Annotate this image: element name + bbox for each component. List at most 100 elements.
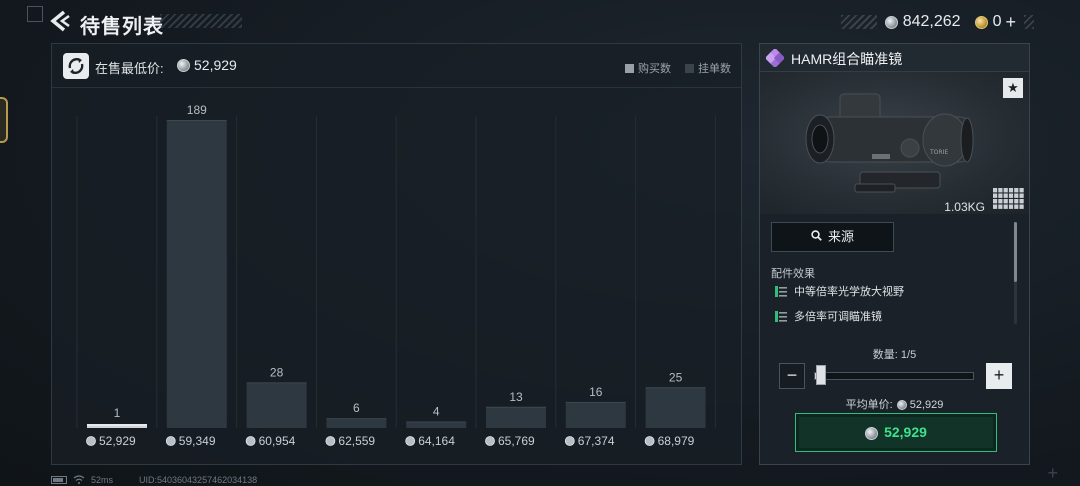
silver-coin-icon bbox=[86, 436, 96, 446]
legend-label-listing: 挂单数 bbox=[698, 63, 731, 75]
svg-text:TORIE: TORIE bbox=[929, 149, 948, 156]
chart-bar-highlight bbox=[87, 424, 147, 426]
chart-header: 在售最低价: 52,929 购买数 挂单数 bbox=[52, 44, 741, 88]
buy-price: 52,929 bbox=[884, 424, 927, 440]
effect-text: 中等倍率光学放大视野 bbox=[794, 286, 904, 298]
effect-text: 多倍率可调瞄准镜 bbox=[794, 311, 882, 323]
chart-bar bbox=[87, 426, 147, 428]
average-price-value: 52,929 bbox=[909, 399, 944, 411]
grid-cell bbox=[993, 204, 998, 209]
grid-cell bbox=[1019, 199, 1024, 204]
x-tick-label: 65,769 bbox=[498, 434, 535, 448]
grid-cell bbox=[1008, 188, 1014, 193]
grid-cell bbox=[1003, 204, 1008, 209]
quantity-label: 数量: 1/5 bbox=[872, 349, 917, 361]
x-tick-label: 64,164 bbox=[418, 434, 455, 448]
effect-list-icon bbox=[775, 310, 787, 322]
chart-bar bbox=[326, 418, 387, 428]
quantity-plus-button[interactable]: + bbox=[986, 363, 1012, 389]
silver-coin-icon bbox=[165, 436, 176, 446]
grid-cell bbox=[1014, 204, 1019, 209]
item-weight: 1.03KG bbox=[944, 200, 985, 214]
grid-cell bbox=[993, 199, 998, 204]
quantity-minus-button[interactable]: − bbox=[779, 363, 805, 389]
silver-coin-icon bbox=[896, 400, 907, 411]
corner-decoration: + bbox=[1047, 463, 1058, 483]
price-bar-chart: 1 52,929 189 59,349 28 60,954 6 62,559 4 64,164 13… bbox=[76, 103, 716, 448]
grid-cell bbox=[1003, 193, 1008, 198]
legend-item-listing: 挂单数 bbox=[685, 60, 731, 76]
chart-bar bbox=[486, 406, 546, 428]
silver-coin-icon bbox=[245, 436, 256, 446]
source-button[interactable]: 来源 bbox=[771, 222, 894, 252]
x-tick-label: 62,559 bbox=[338, 434, 375, 448]
item-header: HAMR组合瞄准镜 bbox=[760, 44, 1029, 72]
bar-value-label: 1 bbox=[114, 406, 121, 420]
x-tick-label: 52,929 bbox=[99, 434, 136, 448]
x-tick-label: 67,374 bbox=[578, 434, 615, 448]
currency-area: 842,262 0 + bbox=[840, 11, 1034, 33]
chart-legend: 购买数 挂单数 bbox=[611, 60, 731, 76]
grid-cell bbox=[1019, 193, 1024, 198]
currency-decoration-end bbox=[1024, 15, 1034, 29]
grid-cell bbox=[1014, 199, 1019, 204]
bar-value-label: 25 bbox=[669, 370, 683, 384]
grid-cell bbox=[1008, 199, 1014, 204]
add-currency-button[interactable]: + bbox=[1005, 12, 1016, 33]
bar-value-label: 28 bbox=[270, 365, 284, 379]
back-button[interactable] bbox=[50, 10, 70, 32]
grid-cell bbox=[993, 193, 998, 198]
side-tab[interactable] bbox=[0, 97, 8, 143]
grid-cell bbox=[998, 199, 1003, 204]
grid-cell bbox=[1019, 188, 1024, 193]
silver-coin-icon bbox=[405, 436, 416, 446]
legend-swatch-buy bbox=[625, 63, 634, 73]
effect-list-icon bbox=[775, 285, 787, 297]
currency-decoration bbox=[840, 15, 877, 29]
effects-scrollbar[interactable] bbox=[1014, 222, 1017, 282]
price-distribution-panel: 在售最低价: 52,929 购买数 挂单数 1 52,929 189 59,349 28… bbox=[51, 43, 742, 465]
legend-item-buy: 购买数 bbox=[625, 60, 671, 76]
chart-bar-top bbox=[166, 120, 227, 121]
legend-label-buy: 购买数 bbox=[638, 63, 671, 75]
inventory-grid-icon bbox=[993, 188, 1024, 209]
silver-coin-icon bbox=[644, 436, 655, 446]
corner-frame bbox=[27, 6, 43, 22]
silver-balance: 842,262 bbox=[902, 13, 961, 30]
wifi-icon bbox=[73, 474, 85, 486]
silver-coin-icon bbox=[884, 15, 898, 29]
favorite-button[interactable]: ★ bbox=[1003, 78, 1023, 98]
average-price-row: 平均单价: 52,929 bbox=[760, 396, 1029, 412]
chart-bar-top bbox=[486, 406, 546, 408]
rarity-diamond-icon bbox=[766, 49, 784, 67]
top-bar: 待售列表 842,262 0 + bbox=[0, 0, 1080, 42]
ping-value: 52ms bbox=[91, 475, 114, 485]
silver-coin-icon bbox=[177, 59, 190, 72]
title-decoration bbox=[160, 14, 242, 28]
silver-coin-icon bbox=[325, 436, 336, 446]
battery-icon bbox=[51, 476, 67, 484]
chart-bar-top bbox=[565, 401, 626, 403]
refresh-button[interactable] bbox=[63, 53, 89, 79]
grid-cell bbox=[1014, 193, 1019, 198]
refresh-icon bbox=[68, 58, 84, 74]
average-price-label: 平均单价: bbox=[845, 399, 893, 411]
gold-balance: 0 bbox=[992, 13, 1002, 30]
silver-coin-icon bbox=[865, 426, 879, 440]
bar-value-label: 189 bbox=[187, 103, 207, 117]
grid-cell bbox=[998, 188, 1003, 193]
silver-coin-icon bbox=[564, 436, 575, 446]
chart-bar bbox=[645, 387, 706, 428]
effect-item: 中等倍率光学放大视野 bbox=[775, 283, 904, 299]
grid-cell bbox=[1019, 204, 1024, 209]
grid-cell bbox=[1014, 188, 1019, 193]
grid-cell bbox=[1008, 204, 1014, 209]
quantity-slider[interactable] bbox=[814, 372, 974, 380]
grid-cell bbox=[998, 193, 1003, 198]
quantity-slider-thumb[interactable] bbox=[816, 365, 826, 385]
back-arrow-icon bbox=[50, 10, 70, 32]
item-name: HAMR组合瞄准镜 bbox=[791, 51, 903, 67]
buy-button[interactable]: 52,929 bbox=[795, 413, 997, 452]
status-bar: 52ms UID:5403604325746203413​8 bbox=[51, 474, 257, 486]
lowest-price-value: 52,929 bbox=[194, 57, 237, 73]
